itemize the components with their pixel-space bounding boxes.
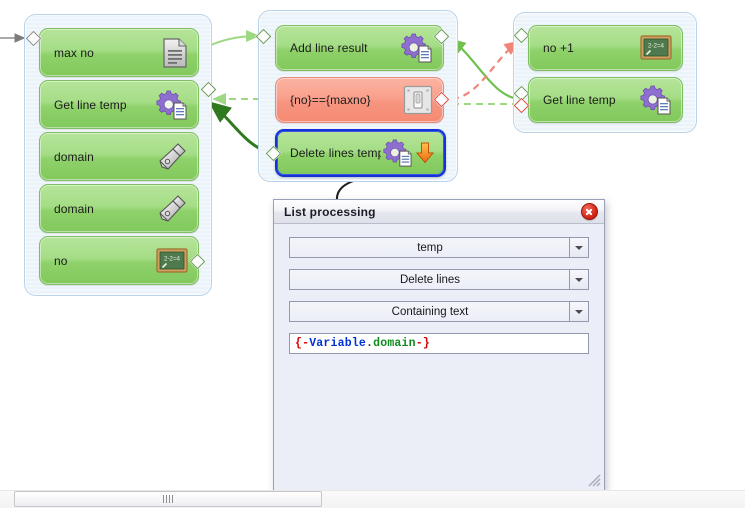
resize-grip-icon[interactable]: [588, 474, 601, 487]
chevron-down-icon[interactable]: [569, 238, 588, 257]
dialog-body: temp Delete lines Containing text {- Vari…: [274, 224, 604, 490]
blackboard-icon: 2-2=4: [156, 247, 188, 273]
expression-input[interactable]: {- Variable. domain -}: [289, 333, 589, 354]
chevron-down-icon[interactable]: [569, 302, 588, 321]
node-label: max no: [54, 45, 94, 60]
chevron-down-icon[interactable]: [569, 270, 588, 289]
node-label: Get line temp: [54, 97, 127, 112]
document-icon: [163, 37, 187, 68]
node-label: Add line result: [290, 41, 368, 55]
gear-document-icon: [383, 139, 412, 167]
orange-down-arrow-icon: [416, 142, 434, 164]
wire-condition-true-to-noplus1: [451, 40, 520, 101]
expression-token: -}: [415, 337, 430, 350]
flow-canvas[interactable]: max no Get line temp domain domain no 2-…: [0, 0, 745, 515]
dialog-titlebar[interactable]: List processing: [274, 200, 604, 224]
node-group-middle[interactable]: Add line result {no}=={maxno} Delete lin…: [258, 10, 458, 182]
node-group-right[interactable]: no +1 2-2=4 Get line temp: [513, 12, 697, 133]
expression-token: Variable: [309, 337, 367, 350]
dialog-title: List processing: [284, 204, 376, 219]
expression-token: {-: [295, 337, 310, 350]
node-label: domain: [54, 201, 94, 216]
horizontal-scrollbar[interactable]: [0, 490, 745, 508]
node-label: no +1: [543, 41, 574, 55]
node-delete-lines-temp[interactable]: Delete lines temp: [275, 129, 446, 177]
operation-select[interactable]: Delete lines: [289, 269, 589, 290]
svg-text:2-2=4: 2-2=4: [648, 43, 665, 50]
node-label: Delete lines temp: [290, 146, 381, 160]
gear-document-icon: [401, 33, 432, 63]
node-max-no[interactable]: max no: [39, 28, 199, 77]
gear-document-icon: [640, 85, 671, 115]
node-label: no: [54, 253, 68, 268]
node-domain-2[interactable]: domain: [39, 184, 199, 233]
list-select[interactable]: temp: [289, 237, 589, 258]
criteria-select-value: Containing text: [391, 305, 469, 318]
node-icon-group: [156, 141, 198, 173]
node-label: domain: [54, 149, 94, 164]
node-icon-group: [154, 89, 198, 121]
list-processing-dialog[interactable]: List processing temp Delete lines Contai…: [273, 199, 605, 491]
node-condition-no-equals-maxno[interactable]: {no}=={maxno}: [275, 77, 444, 123]
node-no[interactable]: no 2-2=4: [39, 236, 199, 285]
pen-nib-icon: [159, 194, 186, 222]
node-label: Get line temp: [543, 93, 616, 107]
expression-token: .: [366, 337, 374, 350]
node-domain-1[interactable]: domain: [39, 132, 199, 181]
pen-nib-icon: [159, 142, 186, 170]
node-label: {no}=={maxno}: [290, 93, 371, 107]
node-icon-group: [638, 84, 682, 116]
grip-lines-icon: [163, 495, 173, 503]
scrollbar-thumb[interactable]: [14, 491, 322, 507]
criteria-select[interactable]: Containing text: [289, 301, 589, 322]
node-icon-group: [162, 37, 198, 68]
expression-token: domain: [373, 337, 416, 350]
node-add-line-result[interactable]: Add line result: [275, 25, 444, 71]
svg-text:2-2=4: 2-2=4: [164, 255, 181, 262]
list-select-value: temp: [417, 241, 443, 254]
blackboard-icon: 2-2=4: [640, 35, 672, 60]
wire-getlineright-to-addline: [450, 38, 520, 101]
close-icon[interactable]: [581, 203, 598, 220]
node-icon-group: [156, 193, 198, 225]
node-get-line-temp-left[interactable]: Get line temp: [39, 80, 199, 129]
node-get-line-temp-right[interactable]: Get line temp: [528, 77, 683, 123]
operation-select-value: Delete lines: [399, 273, 461, 286]
gear-document-icon: [156, 90, 187, 119]
node-icon-group: [381, 138, 444, 168]
node-icon-group: 2-2=4: [640, 35, 682, 61]
switch-icon: [403, 85, 433, 115]
node-no-plus-1[interactable]: no +1 2-2=4: [528, 25, 683, 71]
node-group-left[interactable]: max no Get line temp domain domain no 2-…: [24, 14, 212, 296]
